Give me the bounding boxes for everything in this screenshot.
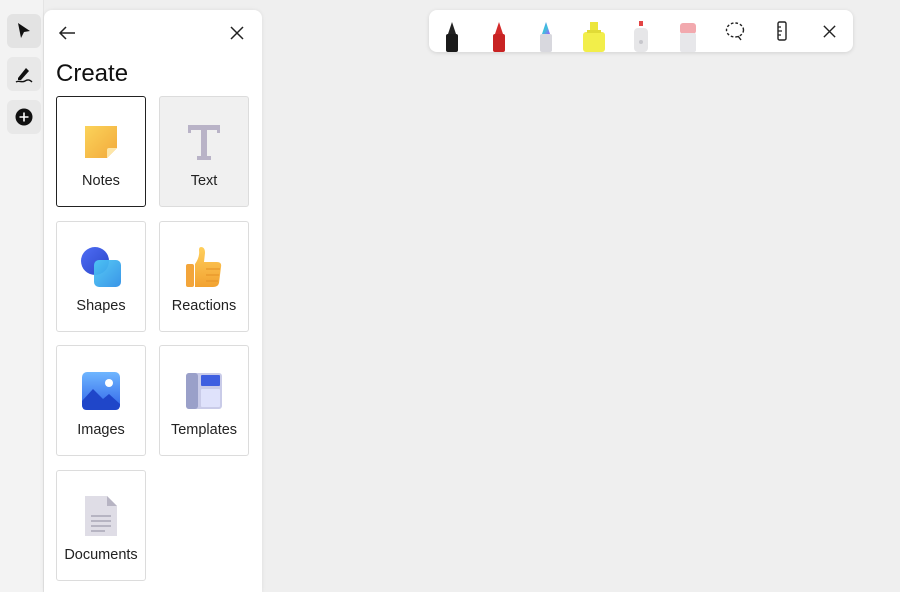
image-icon (82, 372, 120, 410)
eraser-icon (680, 23, 696, 52)
laser-pointer-tool[interactable] (621, 10, 661, 52)
pen-icon (15, 68, 33, 83)
close-icon (230, 26, 244, 40)
tile-reactions[interactable]: Reactions (159, 221, 249, 332)
select-tool-button[interactable] (7, 14, 41, 48)
tile-text[interactable]: Text (159, 96, 249, 207)
tile-shapes[interactable]: Shapes (56, 221, 146, 332)
galaxy-pen-icon (540, 22, 552, 52)
back-button[interactable] (56, 22, 78, 44)
add-button[interactable] (7, 100, 41, 134)
black-pen-tool[interactable] (432, 10, 472, 52)
document-icon (85, 496, 117, 536)
left-rail (0, 0, 44, 592)
close-icon (822, 24, 836, 38)
panel-title: Create (56, 60, 129, 87)
tile-label: Notes (82, 173, 120, 189)
tile-notes[interactable]: Notes (56, 96, 146, 207)
template-icon (186, 373, 222, 409)
black-pen-icon (446, 22, 458, 52)
tile-images[interactable]: Images (56, 345, 146, 456)
ruler-icon (777, 21, 787, 41)
ruler-tool[interactable] (762, 10, 802, 52)
text-icon (188, 125, 220, 160)
shapes-icon (81, 247, 121, 287)
galaxy-pen-tool[interactable] (526, 10, 566, 52)
red-pen-tool[interactable] (479, 10, 519, 52)
close-panel-button[interactable] (226, 22, 248, 44)
sticky-note-icon (85, 126, 117, 158)
eraser-tool[interactable] (668, 10, 708, 52)
highlighter-tool[interactable] (574, 10, 614, 52)
tile-label: Text (190, 173, 218, 189)
thumbs-up-icon (186, 247, 222, 287)
tile-documents[interactable]: Documents (56, 470, 146, 581)
arrow-left-icon (58, 26, 75, 40)
lasso-icon (725, 22, 745, 41)
tile-templates[interactable]: Templates (159, 345, 249, 456)
close-toolbar-button[interactable] (809, 10, 849, 52)
red-pen-icon (493, 22, 505, 52)
tile-label: Reactions (171, 298, 237, 314)
highlighter-icon (583, 22, 605, 52)
inking-toolbar (429, 10, 853, 52)
create-panel: Create Notes Text Shapes Reactions Image… (44, 10, 262, 592)
laser-pointer-icon (634, 21, 648, 52)
tile-label: Documents (64, 547, 138, 563)
tile-label: Shapes (76, 298, 126, 314)
select-pointer-icon (18, 23, 30, 38)
add-icon (15, 108, 33, 126)
pen-tool-button[interactable] (7, 57, 41, 91)
lasso-select-tool[interactable] (715, 10, 755, 52)
tile-label: Templates (170, 422, 238, 438)
tile-label: Images (77, 422, 125, 438)
